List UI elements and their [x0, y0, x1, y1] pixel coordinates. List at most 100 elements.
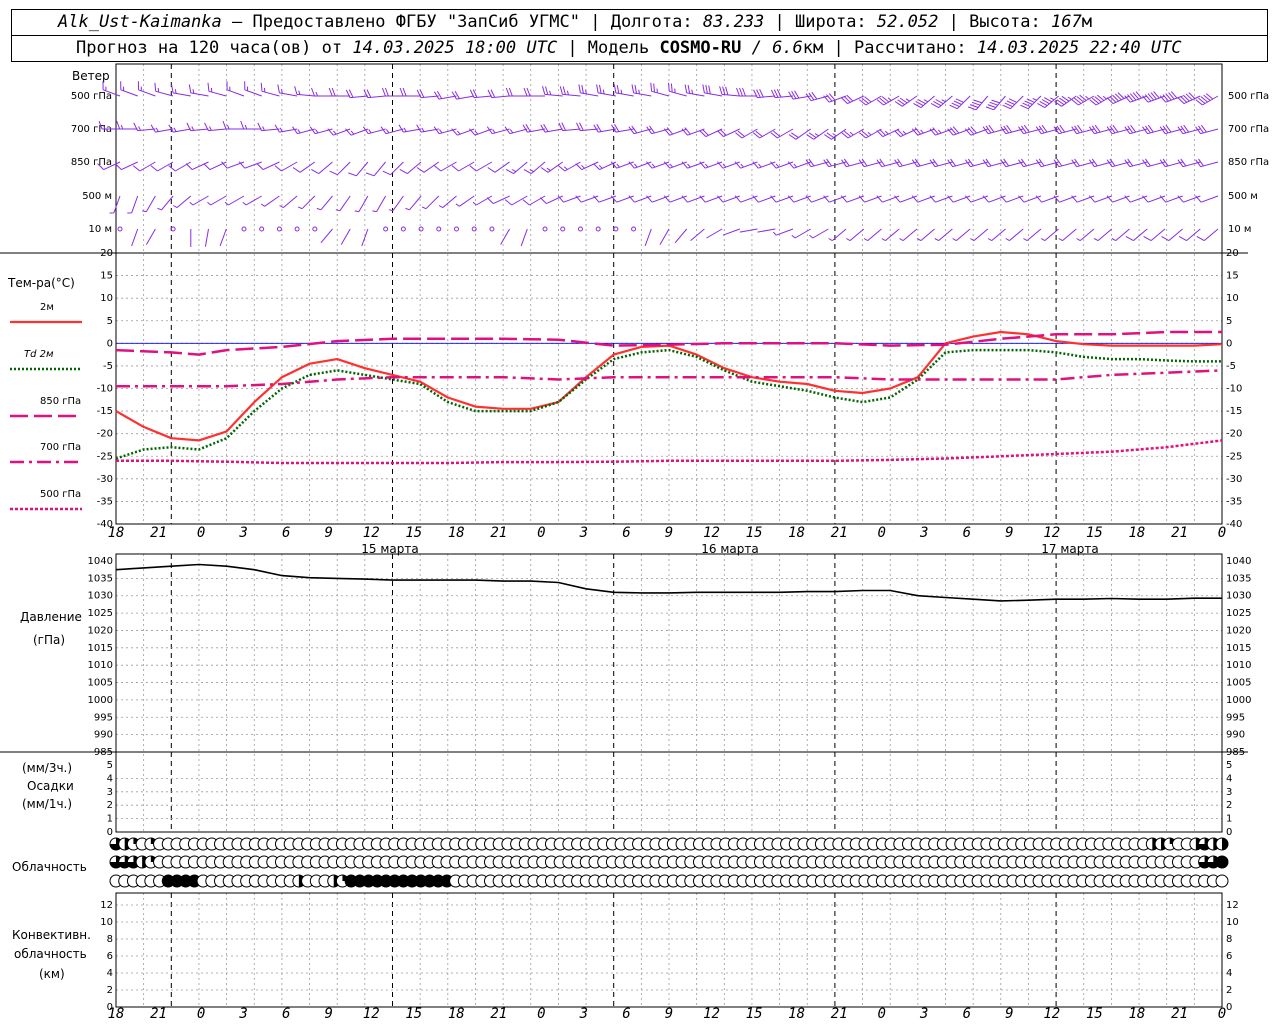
- wind-barb: [523, 87, 545, 97]
- wind-level-label-right: 500 м: [1228, 191, 1258, 202]
- wind-calm: [542, 226, 548, 232]
- cloud-symbol: [1215, 874, 1229, 888]
- x-hour-label: 0: [877, 1006, 885, 1022]
- temp-tick-label-left: 10: [100, 293, 113, 304]
- wind-barb: [613, 84, 634, 97]
- precip-tick-label-left: 3: [107, 787, 113, 798]
- wind-barb: [663, 127, 687, 136]
- x-hour-label: 3: [238, 525, 247, 541]
- wind-calm: [613, 226, 619, 232]
- wind-barb: [770, 128, 794, 139]
- wind-barb: [644, 228, 652, 247]
- pressure-tick-label-right: 1020: [1226, 625, 1251, 636]
- temp-tick-label-right: 20: [1226, 248, 1239, 259]
- wind-barb: [593, 123, 616, 133]
- x-day-label: 17 марта: [1041, 542, 1098, 556]
- x-hour-label: 9: [665, 525, 673, 541]
- conv-tick-label-left: 8: [107, 934, 113, 945]
- wind-barb: [1058, 228, 1077, 242]
- wind-barb: [242, 195, 262, 206]
- wind-barb: [559, 86, 581, 97]
- wind-level-label-right: 500 гПа: [1228, 91, 1269, 102]
- wind-calm: [312, 226, 318, 232]
- x-hour-label: 0: [537, 1006, 545, 1022]
- wind-barb: [487, 161, 510, 173]
- wind-barb: [433, 90, 457, 100]
- wind-barb: [204, 228, 209, 247]
- legend-label: 500 гПа: [40, 489, 81, 500]
- wind-calm: [631, 226, 637, 232]
- x-hour-label: 0: [197, 1006, 205, 1022]
- wind-level-label-right: 850 гПа: [1228, 157, 1269, 168]
- wind-calm: [595, 226, 601, 232]
- wind-barb: [668, 82, 687, 97]
- wind-barb: [365, 161, 386, 177]
- conv-unit: (км): [39, 967, 65, 981]
- wind-barb: [894, 95, 918, 107]
- x-hour-label: 21: [150, 525, 167, 541]
- x-hour-label: 9: [1005, 525, 1013, 541]
- x-hour-label: 6: [963, 1006, 971, 1022]
- x-hour-label: 9: [324, 525, 332, 541]
- wind-barb: [256, 161, 280, 171]
- wind-barb: [863, 228, 882, 242]
- precip-tick-label-left: 2: [107, 800, 113, 811]
- temperature-legend: 2м Td 2м 850 гПа 700 гПа 500 гПа: [10, 302, 82, 511]
- wind-barb: [168, 161, 192, 172]
- wind-level-label-right: 10 м: [1228, 224, 1251, 235]
- pressure-tick-label-right: 1015: [1226, 643, 1251, 654]
- wind-barb: [540, 123, 563, 133]
- temp-tick-label-left: 0: [107, 338, 113, 349]
- wind-barb: [772, 228, 794, 236]
- wind-barb: [1002, 95, 1024, 110]
- x-hour-label: 18: [448, 525, 465, 541]
- pressure-tick-label-left: 990: [94, 730, 113, 741]
- temp-tick-label-right: -5: [1226, 361, 1236, 372]
- wind-barb: [335, 195, 351, 212]
- wind-barb: [154, 82, 174, 97]
- conv-tick-label-right: 2: [1226, 985, 1232, 996]
- legend-label: 700 гПа: [40, 442, 81, 453]
- x-hour-label: 21: [150, 1006, 167, 1022]
- wind-barb: [277, 84, 298, 97]
- wind-barb: [1076, 228, 1095, 242]
- pressure-unit: (гПа): [33, 633, 65, 647]
- x-hour-label: 0: [877, 525, 885, 541]
- temp-tick-label-left: 5: [107, 316, 113, 327]
- x-hour-label: 18: [788, 525, 805, 541]
- x-hour-label: 15: [405, 1006, 422, 1022]
- temp-tick-label-right: -40: [1226, 519, 1242, 530]
- wind-barb: [505, 161, 528, 175]
- wind-barb: [809, 228, 829, 239]
- wind-barb: [363, 89, 386, 99]
- pressure-tick-label-left: 1025: [88, 608, 113, 619]
- wind-barb: [204, 122, 227, 132]
- x-hour-label: 12: [703, 525, 720, 541]
- cloud-fill: [1222, 838, 1228, 850]
- wind-barb: [699, 128, 723, 138]
- x-day-label: 16 марта: [701, 542, 758, 556]
- temp-tick-label-left: -5: [103, 361, 113, 372]
- precip-tick-label-left: 4: [107, 773, 113, 784]
- wind-barb: [260, 82, 280, 97]
- x-hour-label: 15: [746, 525, 763, 541]
- precip-tick-label-left: 0: [107, 827, 113, 838]
- conv-title-2: облачность: [14, 947, 87, 961]
- wind-barb: [899, 228, 918, 242]
- wind-barb: [224, 195, 245, 206]
- wind-barb: [504, 126, 528, 135]
- wind-barb: [145, 228, 156, 245]
- x-hour-label: 12: [363, 1006, 380, 1022]
- wind-barb: [320, 228, 333, 244]
- wind-barb: [717, 128, 741, 138]
- precip-panel: (мм/3ч.) Осадки (мм/1ч.) 5 5 4 4 3 3 2 2 1 1 0 0: [22, 760, 1232, 838]
- wind-barb: [455, 195, 475, 207]
- wind-barb: [739, 228, 758, 233]
- conv-tick-label-left: 2: [107, 985, 113, 996]
- temp-tick-label-left: 15: [100, 271, 113, 282]
- x-hour-label: 6: [963, 525, 971, 541]
- convective-panel: Конвективн. облачность (км) 12 12 10 10 8 8 6 6…: [12, 900, 1239, 1013]
- legend-label: Td 2м: [24, 349, 54, 360]
- temp-tick-label-right: -35: [1226, 496, 1242, 507]
- x-hour-label: 9: [324, 1006, 332, 1022]
